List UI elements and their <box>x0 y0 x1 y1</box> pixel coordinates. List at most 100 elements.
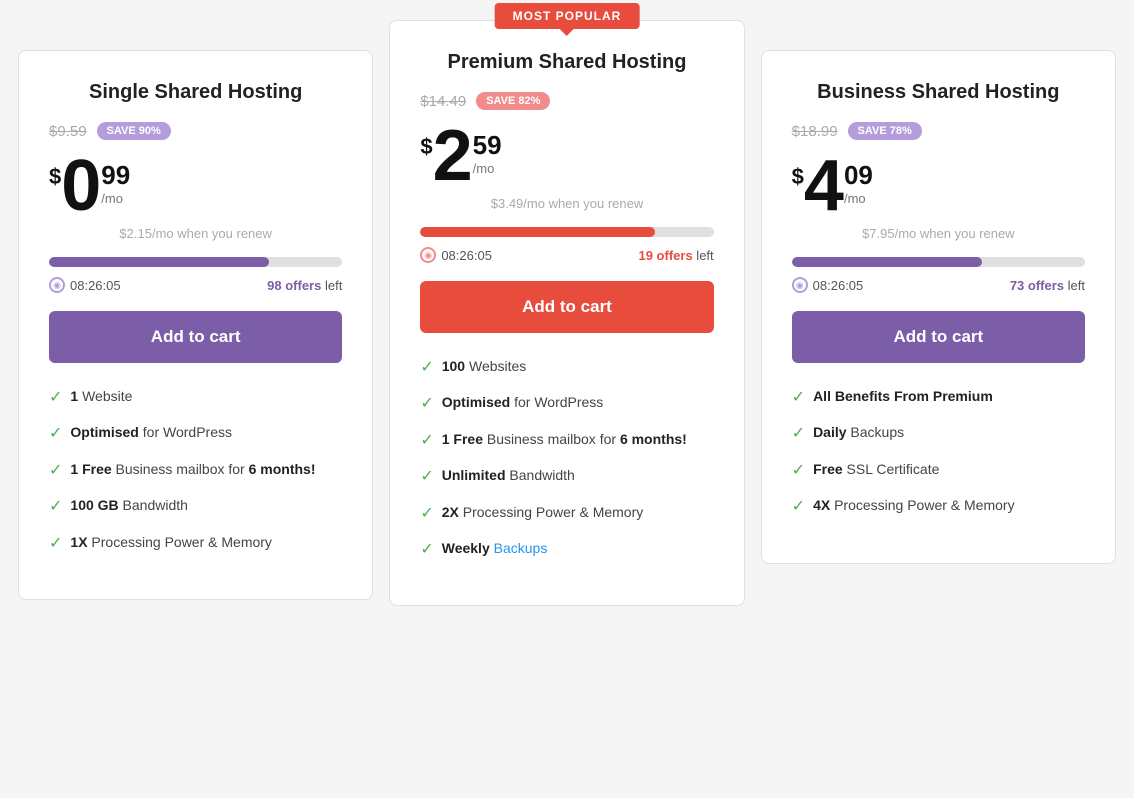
timer-value-business: 08:26:05 <box>813 278 864 293</box>
feature-item-single-2: ✓ 1 Free Business mailbox for 6 months! <box>49 460 342 482</box>
progress-bar-fill-single <box>49 257 269 267</box>
price-display-premium: $ 2 59 /mo <box>420 120 713 192</box>
price-cents-single: 99 <box>101 160 130 191</box>
feature-text-single-2: 1 Free Business mailbox for 6 months! <box>70 460 315 480</box>
price-row-business: $18.99 SAVE 78% <box>792 122 1085 140</box>
original-price-business: $18.99 <box>792 123 838 140</box>
timer-premium: ◉ 08:26:05 <box>420 247 492 263</box>
price-main-business: 4 <box>804 150 844 222</box>
feature-text-business-1: Daily Backups <box>813 423 904 443</box>
save-badge-single: SAVE 90% <box>97 122 171 140</box>
price-main-single: 0 <box>61 150 101 222</box>
features-list-business: ✓ All Benefits From Premium ✓ Daily Back… <box>792 387 1085 519</box>
check-icon-premium-2: ✓ <box>420 430 433 452</box>
offers-count-premium: 19 offers <box>638 248 692 263</box>
check-icon-business-2: ✓ <box>792 460 805 482</box>
clock-icon-single: ◉ <box>49 277 65 293</box>
feature-text-premium-0: 100 Websites <box>442 357 527 377</box>
pricing-card-single: Single Shared Hosting $9.59 SAVE 90% $ 0… <box>18 50 373 600</box>
price-cents-mo-business: 09 /mo <box>844 160 873 206</box>
feature-text-premium-1: Optimised for WordPress <box>442 393 604 413</box>
feature-item-business-1: ✓ Daily Backups <box>792 423 1085 445</box>
clock-icon-business: ◉ <box>792 277 808 293</box>
original-price-single: $9.59 <box>49 123 87 140</box>
clock-icon-premium: ◉ <box>420 247 436 263</box>
add-to-cart-btn-single[interactable]: Add to cart <box>49 311 342 363</box>
timer-row-premium: ◉ 08:26:05 19 offers left <box>420 247 713 263</box>
feature-text-business-3: 4X Processing Power & Memory <box>813 496 1015 516</box>
feature-item-single-1: ✓ Optimised for WordPress <box>49 423 342 445</box>
renew-price-business: $7.95/mo when you renew <box>792 226 1085 241</box>
check-icon-single-4: ✓ <box>49 533 62 555</box>
feature-item-premium-0: ✓ 100 Websites <box>420 357 713 379</box>
feature-item-business-3: ✓ 4X Processing Power & Memory <box>792 496 1085 518</box>
feature-text-premium-2: 1 Free Business mailbox for 6 months! <box>442 430 687 450</box>
feature-text-single-4: 1X Processing Power & Memory <box>70 533 272 553</box>
add-to-cart-btn-business[interactable]: Add to cart <box>792 311 1085 363</box>
price-dollar-single: $ <box>49 164 61 190</box>
check-icon-business-1: ✓ <box>792 423 805 445</box>
feature-item-premium-3: ✓ Unlimited Bandwidth <box>420 466 713 488</box>
progress-bar-wrap-business <box>792 257 1085 267</box>
offers-left-single: 98 offers left <box>267 278 342 293</box>
feature-text-single-0: 1 Website <box>70 387 132 407</box>
add-to-cart-btn-premium[interactable]: Add to cart <box>420 281 713 333</box>
save-badge-business: SAVE 78% <box>848 122 922 140</box>
offers-left-premium: 19 offers left <box>638 248 713 263</box>
offers-left-business: 73 offers left <box>1010 278 1085 293</box>
features-list-premium: ✓ 100 Websites ✓ Optimised for WordPress… <box>420 357 713 561</box>
feature-item-premium-4: ✓ 2X Processing Power & Memory <box>420 503 713 525</box>
save-badge-premium: SAVE 82% <box>476 92 550 110</box>
price-row-single: $9.59 SAVE 90% <box>49 122 342 140</box>
price-mo-business: /mo <box>844 191 873 206</box>
price-mo-premium: /mo <box>473 161 502 176</box>
feature-text-premium-4: 2X Processing Power & Memory <box>442 503 644 523</box>
feature-item-business-2: ✓ Free SSL Certificate <box>792 460 1085 482</box>
feature-item-premium-2: ✓ 1 Free Business mailbox for 6 months! <box>420 430 713 452</box>
timer-value-premium: 08:26:05 <box>441 248 492 263</box>
check-icon-premium-3: ✓ <box>420 466 433 488</box>
feature-item-business-0: ✓ All Benefits From Premium <box>792 387 1085 409</box>
plan-name-premium: Premium Shared Hosting <box>420 51 713 74</box>
timer-value-single: 08:26:05 <box>70 278 121 293</box>
pricing-wrapper: Single Shared Hosting $9.59 SAVE 90% $ 0… <box>10 20 1124 606</box>
check-icon-business-3: ✓ <box>792 496 805 518</box>
price-row-premium: $14.49 SAVE 82% <box>420 92 713 110</box>
price-dollar-premium: $ <box>420 134 432 160</box>
renew-price-single: $2.15/mo when you renew <box>49 226 342 241</box>
most-popular-badge: MOST POPULAR <box>495 3 640 29</box>
feature-text-single-1: Optimised for WordPress <box>70 423 232 443</box>
check-icon-single-3: ✓ <box>49 496 62 518</box>
renew-price-premium: $3.49/mo when you renew <box>420 196 713 211</box>
feature-item-single-4: ✓ 1X Processing Power & Memory <box>49 533 342 555</box>
progress-bar-wrap-premium <box>420 227 713 237</box>
feature-text-business-2: Free SSL Certificate <box>813 460 939 480</box>
pricing-card-premium: MOST POPULARPremium Shared Hosting $14.4… <box>389 20 744 606</box>
price-cents-mo-single: 99 /mo <box>101 160 130 206</box>
feature-item-premium-1: ✓ Optimised for WordPress <box>420 393 713 415</box>
offers-count-business: 73 offers <box>1010 278 1064 293</box>
timer-single: ◉ 08:26:05 <box>49 277 121 293</box>
check-icon-premium-4: ✓ <box>420 503 433 525</box>
feature-item-single-3: ✓ 100 GB Bandwidth <box>49 496 342 518</box>
feature-link-premium-5[interactable]: Backups <box>494 540 548 556</box>
price-display-single: $ 0 99 /mo <box>49 150 342 222</box>
timer-row-business: ◉ 08:26:05 73 offers left <box>792 277 1085 293</box>
price-dollar-business: $ <box>792 164 804 190</box>
price-cents-business: 09 <box>844 160 873 191</box>
features-list-single: ✓ 1 Website ✓ Optimised for WordPress ✓ … <box>49 387 342 555</box>
feature-item-premium-5: ✓ Weekly Backups <box>420 539 713 561</box>
price-cents-premium: 59 <box>473 130 502 161</box>
timer-row-single: ◉ 08:26:05 98 offers left <box>49 277 342 293</box>
timer-business: ◉ 08:26:05 <box>792 277 864 293</box>
price-display-business: $ 4 09 /mo <box>792 150 1085 222</box>
progress-bar-wrap-single <box>49 257 342 267</box>
check-icon-premium-0: ✓ <box>420 357 433 379</box>
plan-name-single: Single Shared Hosting <box>49 81 342 104</box>
progress-bar-fill-premium <box>420 227 655 237</box>
price-main-premium: 2 <box>433 120 473 192</box>
feature-item-single-0: ✓ 1 Website <box>49 387 342 409</box>
check-icon-single-2: ✓ <box>49 460 62 482</box>
check-icon-premium-1: ✓ <box>420 393 433 415</box>
check-icon-single-1: ✓ <box>49 423 62 445</box>
